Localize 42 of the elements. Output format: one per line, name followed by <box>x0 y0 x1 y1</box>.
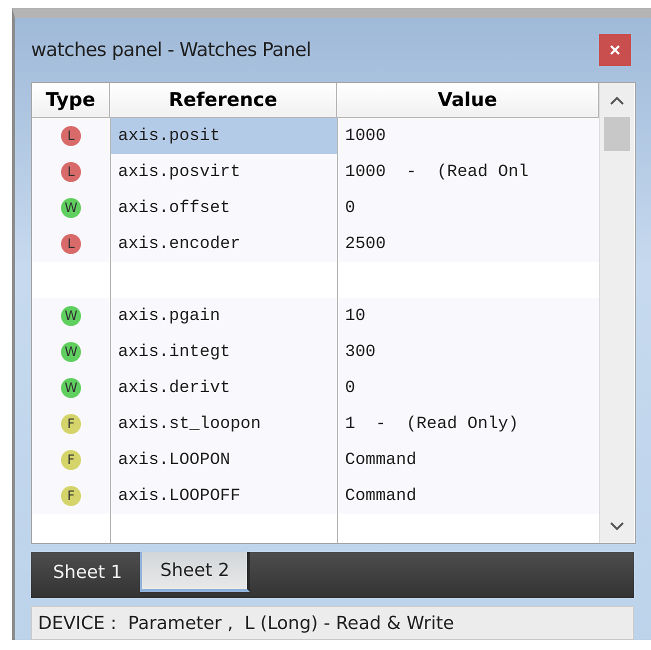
type-badge: F <box>61 486 81 506</box>
close-icon <box>610 45 620 55</box>
type-badge: F <box>61 414 81 434</box>
reference-cell[interactable]: axis.LOOPON <box>110 442 337 478</box>
reference-cell[interactable]: axis.integt <box>110 334 337 370</box>
type-badge: W <box>61 378 81 398</box>
type-badge: L <box>61 126 81 146</box>
column-header[interactable]: Type <box>32 83 110 118</box>
status-bar: DEVICE : Parameter , L (Long) - Read & Write <box>31 606 634 640</box>
value-cell-text: 10 <box>344 306 366 328</box>
value-cell-text: Command <box>344 486 418 508</box>
value-cell-text: 0 <box>344 198 356 220</box>
sheet-tab[interactable]: Sheet 1 <box>35 552 140 592</box>
value-cell-text: 2500 <box>344 234 387 256</box>
column-header[interactable]: Reference <box>110 83 337 118</box>
window-title: watches panel - Watches Panel <box>31 39 311 61</box>
reference-cell[interactable]: axis.offset <box>110 190 337 226</box>
type-badge: F <box>61 450 81 470</box>
scroll-up-icon[interactable] <box>610 96 624 104</box>
reference-cell[interactable]: axis.posvirt <box>110 154 337 190</box>
value-cell-text: 1000 <box>344 126 387 148</box>
type-badge: L <box>61 234 81 254</box>
sheet-tab[interactable]: Sheet 2 <box>140 552 250 592</box>
type-badge: W <box>61 198 81 218</box>
reference-cell[interactable]: axis.st_loopon <box>110 406 337 442</box>
scroll-down-icon[interactable] <box>610 522 624 530</box>
value-cell-text: 1 - (Read Only) <box>344 414 520 436</box>
type-badge: W <box>61 342 81 362</box>
type-badge: L <box>61 162 81 182</box>
type-badge: W <box>61 306 81 326</box>
value-cell-text: 300 <box>344 342 377 364</box>
reference-cell[interactable]: axis.pgain <box>110 298 337 334</box>
reference-cell[interactable]: axis.posit <box>110 118 337 154</box>
reference-cell[interactable]: axis.encoder <box>110 226 337 262</box>
reference-cell[interactable]: axis.derivt <box>110 370 337 406</box>
close-button[interactable] <box>599 34 631 66</box>
scrollbar-thumb[interactable] <box>604 117 630 151</box>
column-header[interactable]: Value <box>337 83 599 118</box>
reference-cell[interactable]: axis.LOOPOFF <box>110 478 337 514</box>
value-cell-text: 0 <box>344 378 356 400</box>
value-cell-text: Command <box>344 450 418 472</box>
value-cell-text: 1000 - (Read Onl <box>344 162 530 184</box>
